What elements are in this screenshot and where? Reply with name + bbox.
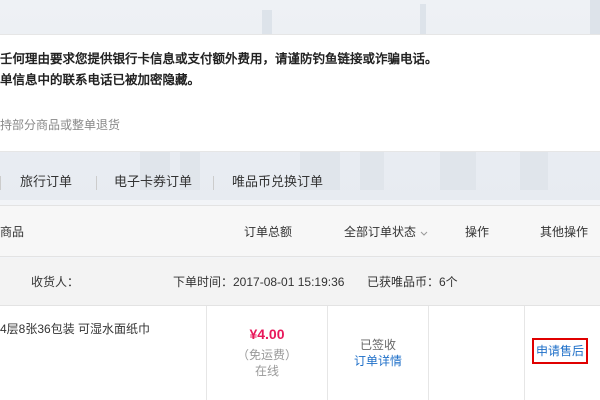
security-notice: 壬何理由要求您提供银行卡信息或支付额外费用，请谨防钓鱼链接或诈骗电话。 单信息中… — [0, 34, 600, 152]
header-order-total: 订单总额 — [244, 225, 293, 239]
tab-separator — [213, 176, 214, 190]
order-meta-row: 收货人： 下单时间：2017-08-01 15:19:36 已获唯品币：6个 — [0, 258, 600, 306]
tab-travel-orders[interactable]: 旅行订单 — [20, 164, 72, 200]
column-divider — [524, 306, 525, 400]
header-product: 商品 — [0, 225, 25, 239]
order-detail-link[interactable]: 订单详情 — [328, 352, 428, 369]
header-action: 操作 — [465, 225, 490, 239]
return-policy-link[interactable]: 持部分商品或整单退货 — [0, 116, 120, 133]
tab-ecard-orders[interactable]: 电子卡券订单 — [114, 164, 192, 200]
order-price: ¥4.00 — [249, 326, 285, 342]
tab-separator — [0, 176, 1, 190]
payment-method: 在线 — [254, 364, 279, 378]
notice-line-phone-hidden: 单信息中的联系电话已被加密隐藏。 — [0, 73, 201, 87]
order-item-row: 4层8张36包装 可湿水面纸巾 ¥4.00 （免运费） 在线 已签收 订单详情 … — [0, 306, 600, 400]
product-name[interactable]: 4层8张36包装 可湿水面纸巾 — [0, 320, 150, 337]
tab-separator — [96, 176, 97, 190]
tab-coin-exchange-orders[interactable]: 唯品币兑换订单 — [232, 164, 323, 200]
status-filter-label: 全部订单状态 — [344, 225, 417, 239]
notice-line-fraud-warning: 壬何理由要求您提供银行卡信息或支付额外费用，请谨防钓鱼链接或诈骗电话。 — [0, 52, 438, 66]
coins-earned: 已获唯品币：6个 — [367, 275, 458, 289]
order-type-tabs: 旅行订单 电子卡券订单 唯品币兑换订单 — [0, 164, 600, 200]
recipient-label: 收货人： — [31, 275, 80, 289]
chevron-down-icon — [420, 207, 428, 259]
apply-aftersale-button[interactable]: 申请售后 — [532, 338, 588, 364]
order-status: 已签收 — [359, 338, 396, 352]
shipping-note: （免运费） — [236, 348, 297, 362]
header-other-action: 其他操作 — [540, 225, 589, 239]
order-time: 下单时间：2017-08-01 15:19:36 — [173, 275, 345, 289]
order-status-filter[interactable]: 全部订单状态 — [344, 206, 428, 259]
column-divider — [428, 306, 429, 400]
order-table-header: 商品 订单总额 全部订单状态 操作 其他操作 — [0, 205, 600, 257]
